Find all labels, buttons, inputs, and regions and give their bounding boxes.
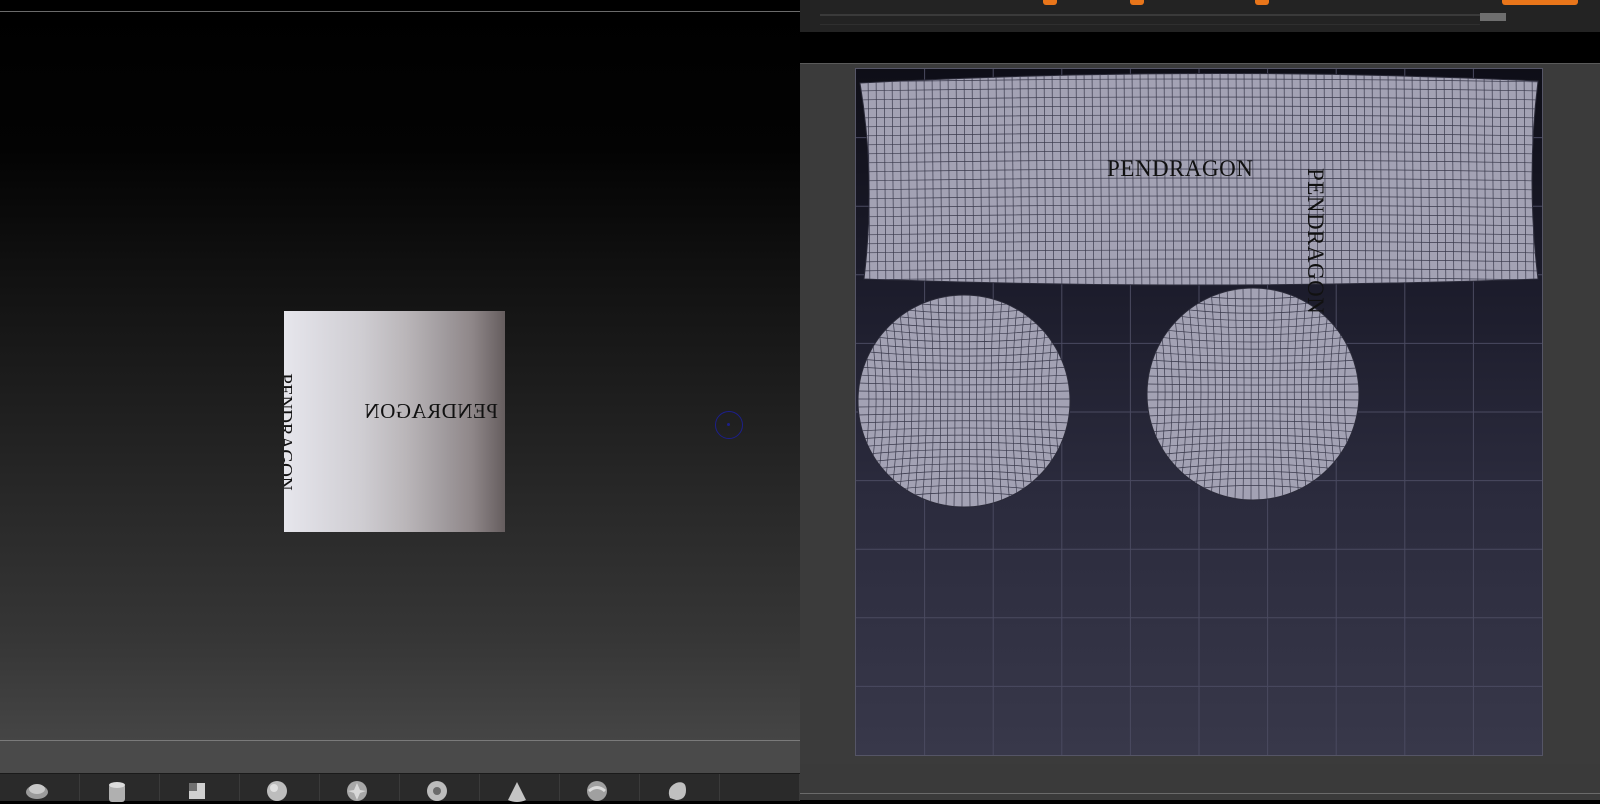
tool-slot-sphere[interactable] xyxy=(240,774,320,801)
blob-icon xyxy=(668,782,686,800)
brush-cursor xyxy=(715,411,743,439)
viewport-footer xyxy=(0,741,800,773)
slider-knob-3[interactable] xyxy=(1255,0,1269,5)
tool-shelf xyxy=(0,773,800,802)
tool-slot-blob[interactable] xyxy=(640,774,720,801)
3d-viewport[interactable]: PENDRAGON PENDRAGON xyxy=(0,0,800,802)
tool-slot-ring[interactable] xyxy=(400,774,480,801)
toolbar-accent-button[interactable] xyxy=(1502,0,1578,5)
3d-model-cube[interactable]: PENDRAGON PENDRAGON xyxy=(284,311,505,532)
sphere-icon xyxy=(267,781,287,801)
tool-slot-star[interactable] xyxy=(320,774,400,801)
uv-editor-panel: PENDRAGON PENDRAGON xyxy=(800,0,1600,800)
uv-canvas[interactable]: PENDRAGON PENDRAGON xyxy=(855,68,1543,756)
uv-text-vertical: PENDRAGON xyxy=(1303,168,1328,315)
slider-track-secondary xyxy=(820,24,1480,25)
tool-slot-rotate[interactable] xyxy=(0,774,80,801)
uv-workspace: PENDRAGON PENDRAGON xyxy=(800,64,1600,764)
uv-footer-line xyxy=(800,793,1600,794)
uv-text-horizontal: PENDRAGON xyxy=(1107,156,1254,181)
sphere-detailed-icon xyxy=(587,781,607,801)
uv-toolbar xyxy=(800,0,1600,32)
viewport-top-border xyxy=(0,11,800,12)
star-icon xyxy=(347,781,367,801)
cube-icon xyxy=(189,783,205,799)
model-text-vertical: PENDRAGON xyxy=(284,373,296,491)
tool-slot-cylinder[interactable] xyxy=(80,774,160,802)
tool-slot-sphere-2[interactable] xyxy=(560,774,640,801)
uv-header-bar xyxy=(800,32,1600,64)
slider-knob-2[interactable] xyxy=(1130,0,1144,5)
brush-cursor-center xyxy=(727,423,730,426)
ring-icon xyxy=(427,781,447,801)
slider-knob-1[interactable] xyxy=(1043,0,1057,5)
toolbar-toggle[interactable] xyxy=(1480,13,1506,21)
model-text-horizontal: PENDRAGON xyxy=(364,399,499,423)
tool-slot-cone[interactable] xyxy=(480,774,560,802)
tool-slot-empty xyxy=(720,774,800,801)
rotate-icon xyxy=(26,784,48,799)
slider-track[interactable] xyxy=(820,14,1480,16)
cone-icon xyxy=(508,782,526,802)
tool-slot-cube[interactable] xyxy=(160,774,240,801)
cylinder-icon xyxy=(109,782,125,802)
uv-footer xyxy=(800,764,1600,800)
